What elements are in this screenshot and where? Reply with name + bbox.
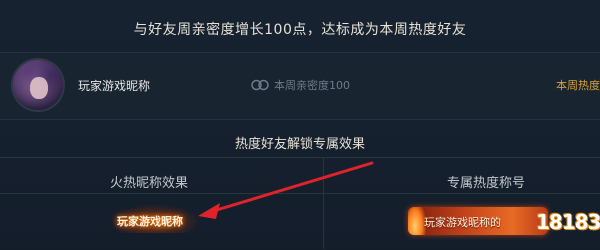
friend-row[interactable]: 玩家游戏昵称 本周亲密度100 本周热度 bbox=[0, 52, 600, 120]
hot-label: 本周热度 bbox=[556, 79, 600, 92]
intimacy-value: 本周亲密度100 bbox=[250, 77, 350, 93]
section-title: 热度好友解锁专属效果 bbox=[234, 137, 365, 152]
column-header-title: 专属热度称号 bbox=[447, 176, 526, 191]
fire-name-preview: 玩家游戏昵称 bbox=[117, 215, 183, 228]
rule-text: 与好友周亲密度增长100点，达标成为本周热度好友 bbox=[133, 22, 467, 38]
intimacy-text: 本周亲密度100 bbox=[274, 79, 350, 92]
badge-text: 玩家游戏昵称的 bbox=[424, 216, 501, 229]
avatar-face bbox=[30, 77, 48, 99]
watermark-text: 18183 bbox=[536, 210, 600, 234]
site-watermark-logo: 18183 bbox=[536, 205, 600, 245]
column-divider bbox=[323, 157, 324, 249]
row-divider bbox=[0, 193, 600, 194]
effects-table bbox=[0, 157, 600, 250]
friend-name: 玩家游戏昵称 bbox=[78, 79, 151, 93]
hot-title-badge: 玩家游戏昵称的 bbox=[408, 207, 548, 235]
intimacy-icon bbox=[251, 79, 269, 91]
column-header-fire-name: 火热昵称效果 bbox=[110, 176, 189, 191]
avatar[interactable] bbox=[13, 60, 63, 110]
